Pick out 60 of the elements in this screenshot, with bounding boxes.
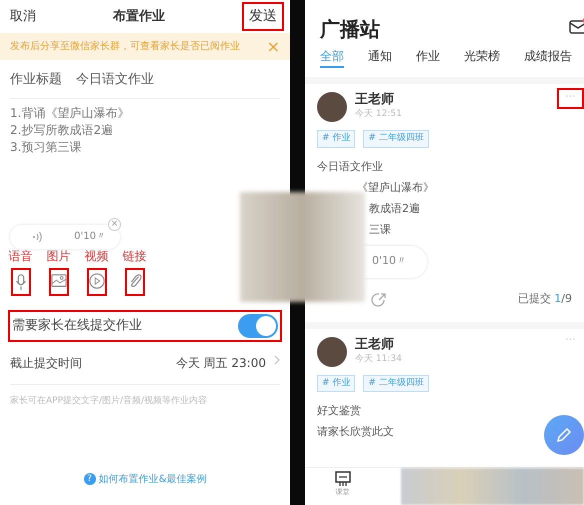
post-time: 今天 12:51	[355, 108, 402, 122]
field-label: 作业标题	[10, 71, 62, 89]
content-line: 1.背诵《望庐山瀑布》	[10, 104, 130, 122]
post-text: 好文鉴赏	[317, 403, 361, 419]
pencil-icon	[556, 427, 572, 443]
mail-icon[interactable]	[569, 18, 584, 34]
post-text: 《望庐山瀑布》	[356, 180, 434, 196]
page-title: 广播站	[320, 16, 380, 43]
share-icon	[371, 292, 387, 308]
hint-text: 家长可在APP提交文字/图片/音频/视频等作业内容	[9, 394, 208, 408]
deadline-row[interactable]: 截止提交时间 今天 周五 23:00	[10, 342, 280, 384]
post-text: 教成语2遍	[368, 200, 420, 216]
sound-icon	[32, 230, 42, 242]
tag[interactable]: # 二年级四班	[363, 130, 429, 148]
avatar	[317, 336, 347, 366]
attachment-button[interactable]	[124, 268, 144, 296]
tab[interactable]: 作业	[416, 47, 440, 68]
help-link[interactable]: 如何布置作业&最佳案例	[98, 474, 206, 485]
help-icon: ?	[84, 473, 96, 486]
board-icon	[334, 471, 350, 487]
attachment-button[interactable]	[10, 268, 30, 296]
title-field[interactable]: 今日语文作业	[76, 70, 154, 90]
tag[interactable]: # 二年级四班	[363, 374, 429, 392]
attachment-label: 链接	[122, 248, 146, 264]
attachment-button[interactable]	[48, 268, 68, 296]
remove-button[interactable]: ×	[108, 218, 121, 230]
post-text: 三课	[368, 222, 391, 238]
cancel-button[interactable]: 取消	[10, 6, 36, 26]
post-text: 请家长欣赏此文	[317, 424, 394, 440]
avatar	[317, 92, 347, 122]
tag[interactable]: # 作业	[317, 130, 356, 148]
voice-clip[interactable]: 0'10〃	[10, 224, 120, 248]
submitted-count[interactable]: 已提交 1/9	[518, 291, 572, 308]
author-name: 王老师	[355, 336, 395, 353]
attachment-label: 图片	[46, 248, 70, 264]
tab[interactable]: 全部	[320, 47, 344, 68]
duration-text: 0'10〃	[74, 230, 106, 244]
attachment-button[interactable]	[86, 268, 106, 296]
tag[interactable]: # 作业	[317, 374, 356, 392]
author-name: 王老师	[355, 92, 395, 108]
toggle-label: 需要家长在线提交作业	[12, 316, 142, 335]
chevron-icon	[274, 354, 280, 366]
edit-button[interactable]	[544, 415, 584, 455]
attachment-label: 视频	[84, 248, 108, 264]
attachment-label: 语音	[8, 248, 32, 264]
deadline-value: 今天 周五 23:00	[176, 354, 266, 372]
close-button[interactable]: ×	[266, 34, 280, 58]
duration-text: 0'10〃	[372, 253, 407, 270]
content-line: 2.抄写所教成语2遍	[10, 122, 114, 138]
toggle-switch[interactable]	[238, 314, 278, 338]
content-line: 3.预习第三课	[10, 138, 82, 156]
post-text: 今日语文作业	[317, 158, 383, 174]
deadline-label: 截止提交时间	[10, 354, 82, 372]
post-time: 今天 11:34	[355, 352, 402, 366]
page-title: 布置作业	[113, 8, 165, 26]
tab[interactable]: 光荣榜	[464, 47, 500, 68]
tab[interactable]: 通知	[368, 47, 392, 68]
tab[interactable]: 成绩报告	[524, 47, 572, 68]
notice-text: 发布后分享至微信家长群，可查看家长是否已阅作业	[10, 40, 240, 54]
send-button[interactable]: 发送	[242, 2, 284, 31]
